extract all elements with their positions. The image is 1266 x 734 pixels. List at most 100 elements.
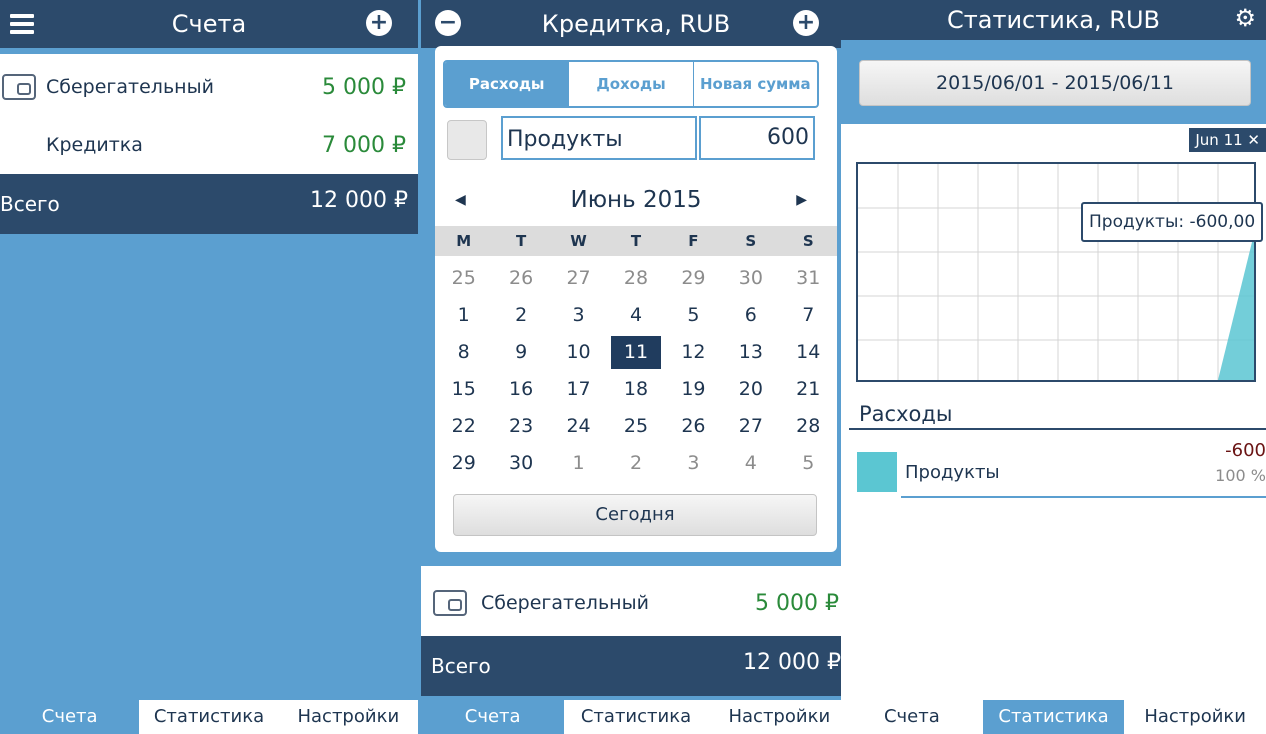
calendar-day[interactable]: 2: [607, 445, 664, 482]
expense-area: [1218, 234, 1254, 380]
calendar-grid: 25 26 27 28 29 30 31 1 2 3 4 5 6 7 8 9 1…: [435, 260, 837, 482]
tab-new-amount[interactable]: Новая сумма: [694, 62, 817, 106]
calendar-day[interactable]: 5: [665, 297, 722, 334]
calendar-day[interactable]: 31: [780, 260, 837, 297]
calendar-day[interactable]: 10: [550, 334, 607, 371]
tab-income[interactable]: Доходы: [569, 62, 694, 106]
category-checkbox[interactable]: [447, 120, 487, 160]
add-button[interactable]: +: [793, 10, 819, 36]
next-month-icon[interactable]: ▶: [796, 180, 807, 220]
calendar-day[interactable]: 28: [780, 408, 837, 445]
calendar-day[interactable]: 4: [722, 445, 779, 482]
calendar-day[interactable]: 25: [435, 260, 492, 297]
account-name: Сберегательный: [481, 592, 649, 614]
calendar-day[interactable]: 13: [722, 334, 779, 371]
tab-expenses[interactable]: Расходы: [445, 62, 570, 106]
calendar-day[interactable]: 29: [435, 445, 492, 482]
transaction-panel: Расходы Доходы Новая сумма Продукты 600 …: [435, 46, 837, 552]
calendar-day[interactable]: 1: [435, 297, 492, 334]
calendar-day[interactable]: 22: [435, 408, 492, 445]
weekday-label: W: [570, 232, 587, 250]
account-row[interactable]: Сберегательный 5 000 ₽: [421, 574, 851, 632]
minus-button[interactable]: −: [435, 10, 461, 36]
type-segmented-control: Расходы Доходы Новая сумма: [443, 60, 819, 108]
account-row[interactable]: Сберегательный 5 000 ₽: [0, 58, 418, 116]
tab-bar: Счета Статистика Настройки: [841, 700, 1266, 734]
prev-month-icon[interactable]: ◀: [455, 180, 466, 220]
category-field[interactable]: Продукты: [501, 116, 697, 160]
calendar-day[interactable]: 16: [492, 371, 549, 408]
calendar-day[interactable]: 9: [492, 334, 549, 371]
tab-statistics[interactable]: Статистика: [982, 700, 1125, 734]
tab-accounts[interactable]: Счета: [421, 700, 565, 734]
calendar-day[interactable]: 7: [780, 297, 837, 334]
tab-accounts[interactable]: Счета: [0, 700, 140, 734]
stats-body: Jun 11 ✕ Продукты: -600,00 Расходы Проду…: [841, 124, 1266, 700]
calendar-day[interactable]: 25: [607, 408, 664, 445]
calendar-day[interactable]: 27: [550, 260, 607, 297]
calendar-day[interactable]: 1: [550, 445, 607, 482]
calendar-day[interactable]: 24: [550, 408, 607, 445]
tab-statistics[interactable]: Статистика: [564, 700, 707, 734]
calendar-day[interactable]: 26: [665, 408, 722, 445]
gear-icon[interactable]: ⚙: [1234, 4, 1256, 32]
calendar-day[interactable]: 30: [722, 260, 779, 297]
tab-statistics[interactable]: Статистика: [139, 700, 278, 734]
header-title: Статистика, RUB: [947, 6, 1160, 34]
wallet-icon: [2, 74, 36, 100]
tab-accounts[interactable]: Счета: [841, 700, 983, 734]
tab-settings[interactable]: Настройки: [1124, 700, 1266, 734]
calendar-day[interactable]: 4: [607, 297, 664, 334]
header-title: Кредитка, RUB: [541, 10, 731, 38]
weekday-header: M T W T F S S: [435, 226, 837, 256]
header: − Кредитка, RUB +: [421, 0, 851, 48]
calendar-day[interactable]: 30: [492, 445, 549, 482]
add-account-button[interactable]: +: [366, 10, 392, 36]
tab-bar: Счета Статистика Настройки: [0, 700, 418, 734]
screen-statistics: Статистика, RUB ⚙ 2015/06/01 - 2015/06/1…: [841, 0, 1266, 734]
header: Статистика, RUB ⚙: [841, 0, 1266, 40]
calendar-day[interactable]: 3: [550, 297, 607, 334]
menu-icon[interactable]: [10, 14, 34, 34]
account-amount: 5 000 ₽: [322, 74, 406, 100]
calendar-day[interactable]: 6: [722, 297, 779, 334]
amount-field[interactable]: 600: [699, 116, 815, 160]
account-name: Сберегательный: [46, 76, 214, 98]
total-label: Всего: [431, 654, 491, 678]
calendar-day[interactable]: 21: [780, 371, 837, 408]
calendar-day[interactable]: 20: [722, 371, 779, 408]
calendar-day[interactable]: 26: [492, 260, 549, 297]
category-divider: [901, 496, 1266, 498]
section-divider: [849, 428, 1266, 430]
section-title: Расходы: [859, 402, 953, 426]
calendar-day[interactable]: 17: [550, 371, 607, 408]
tab-bar: Счета Статистика Настройки: [421, 700, 851, 734]
calendar-day[interactable]: 28: [607, 260, 664, 297]
total-amount: 12 000 ₽: [743, 650, 841, 675]
calendar-day[interactable]: 23: [492, 408, 549, 445]
date-tag[interactable]: Jun 11 ✕: [1189, 128, 1266, 152]
calendar-day[interactable]: 15: [435, 371, 492, 408]
screen-accounts: Счета + Сберегательный 5 000 ₽ Кредитка …: [0, 0, 418, 734]
calendar-day[interactable]: 3: [665, 445, 722, 482]
weekday-label: S: [745, 232, 757, 250]
date-range-button[interactable]: 2015/06/01 - 2015/06/11: [859, 60, 1251, 106]
tab-settings[interactable]: Настройки: [279, 700, 418, 734]
calendar-day[interactable]: 2: [492, 297, 549, 334]
weekday-label: S: [802, 232, 814, 250]
calendar-day[interactable]: 12: [665, 334, 722, 371]
calendar-day[interactable]: 19: [665, 371, 722, 408]
calendar-day[interactable]: 14: [780, 334, 837, 371]
calendar-day[interactable]: 8: [435, 334, 492, 371]
calendar-day[interactable]: 29: [665, 260, 722, 297]
calendar-day[interactable]: 18: [607, 371, 664, 408]
today-button[interactable]: Сегодня: [453, 494, 817, 536]
category-value: -600: [1225, 440, 1266, 461]
account-name: Кредитка: [46, 134, 143, 156]
account-row[interactable]: Кредитка 7 000 ₽: [0, 116, 418, 174]
calendar-day-selected[interactable]: 11: [611, 336, 661, 369]
total-row: Всего 12 000 ₽: [0, 174, 418, 234]
calendar-day[interactable]: 5: [780, 445, 837, 482]
tab-settings[interactable]: Настройки: [708, 700, 851, 734]
calendar-day[interactable]: 27: [722, 408, 779, 445]
